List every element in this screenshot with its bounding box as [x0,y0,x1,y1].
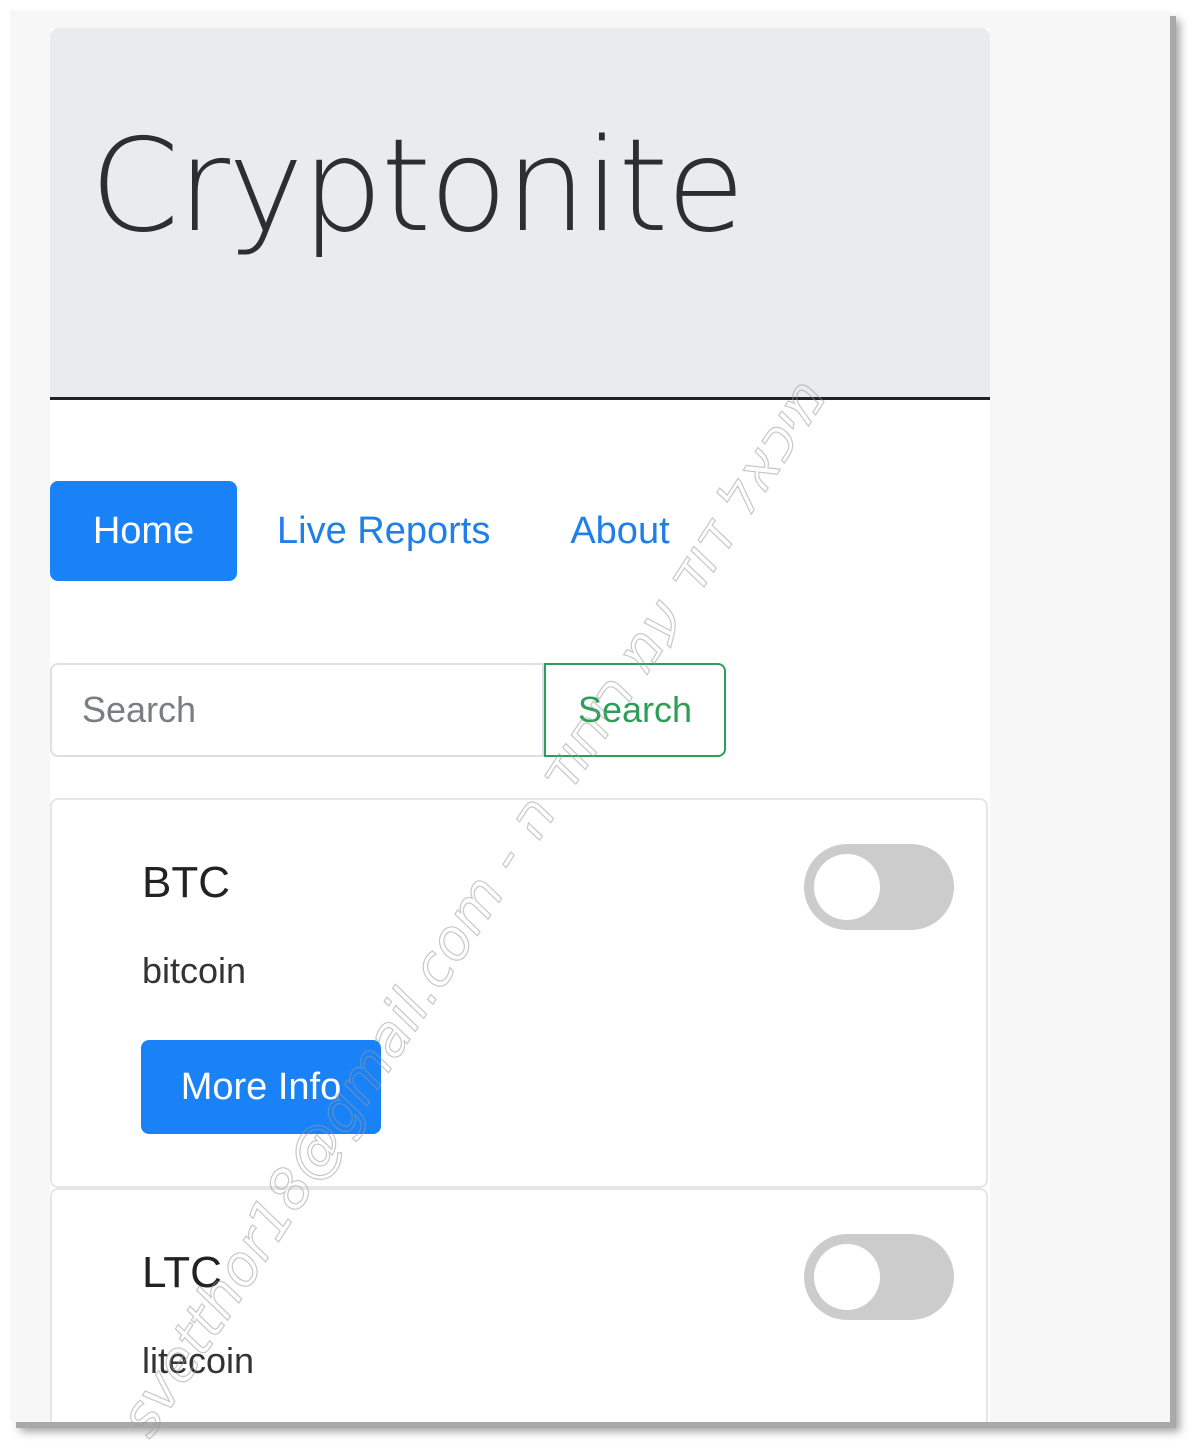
coin-symbol: LTC [142,1248,222,1297]
header-jumbotron: Cryptonite [50,28,990,400]
search-button[interactable]: Search [544,663,726,757]
coin-name: litecoin [142,1340,255,1381]
coin-select-toggle[interactable] [804,1234,954,1320]
search-bar: Search [50,663,726,757]
nav-live-reports[interactable]: Live Reports [277,481,490,581]
toggle-knob [814,854,880,920]
nav-home[interactable]: Home [50,481,237,581]
app-container: Cryptonite Home Live Reports About Searc… [50,28,990,1422]
screenshot-frame: Cryptonite Home Live Reports About Searc… [10,10,1170,1422]
coin-select-toggle[interactable] [804,844,954,930]
search-input[interactable] [50,663,544,757]
coin-name: bitcoin [142,950,247,991]
coin-card: LTC litecoin [50,1188,988,1422]
site-title: Cryptonite [90,112,745,261]
nav-about[interactable]: About [570,481,669,581]
coin-card: BTC bitcoin More Info [50,798,988,1188]
main-nav: Home Live Reports About [50,481,670,581]
toggle-knob [814,1244,880,1310]
more-info-button[interactable]: More Info [141,1040,381,1134]
coin-symbol: BTC [142,858,230,907]
